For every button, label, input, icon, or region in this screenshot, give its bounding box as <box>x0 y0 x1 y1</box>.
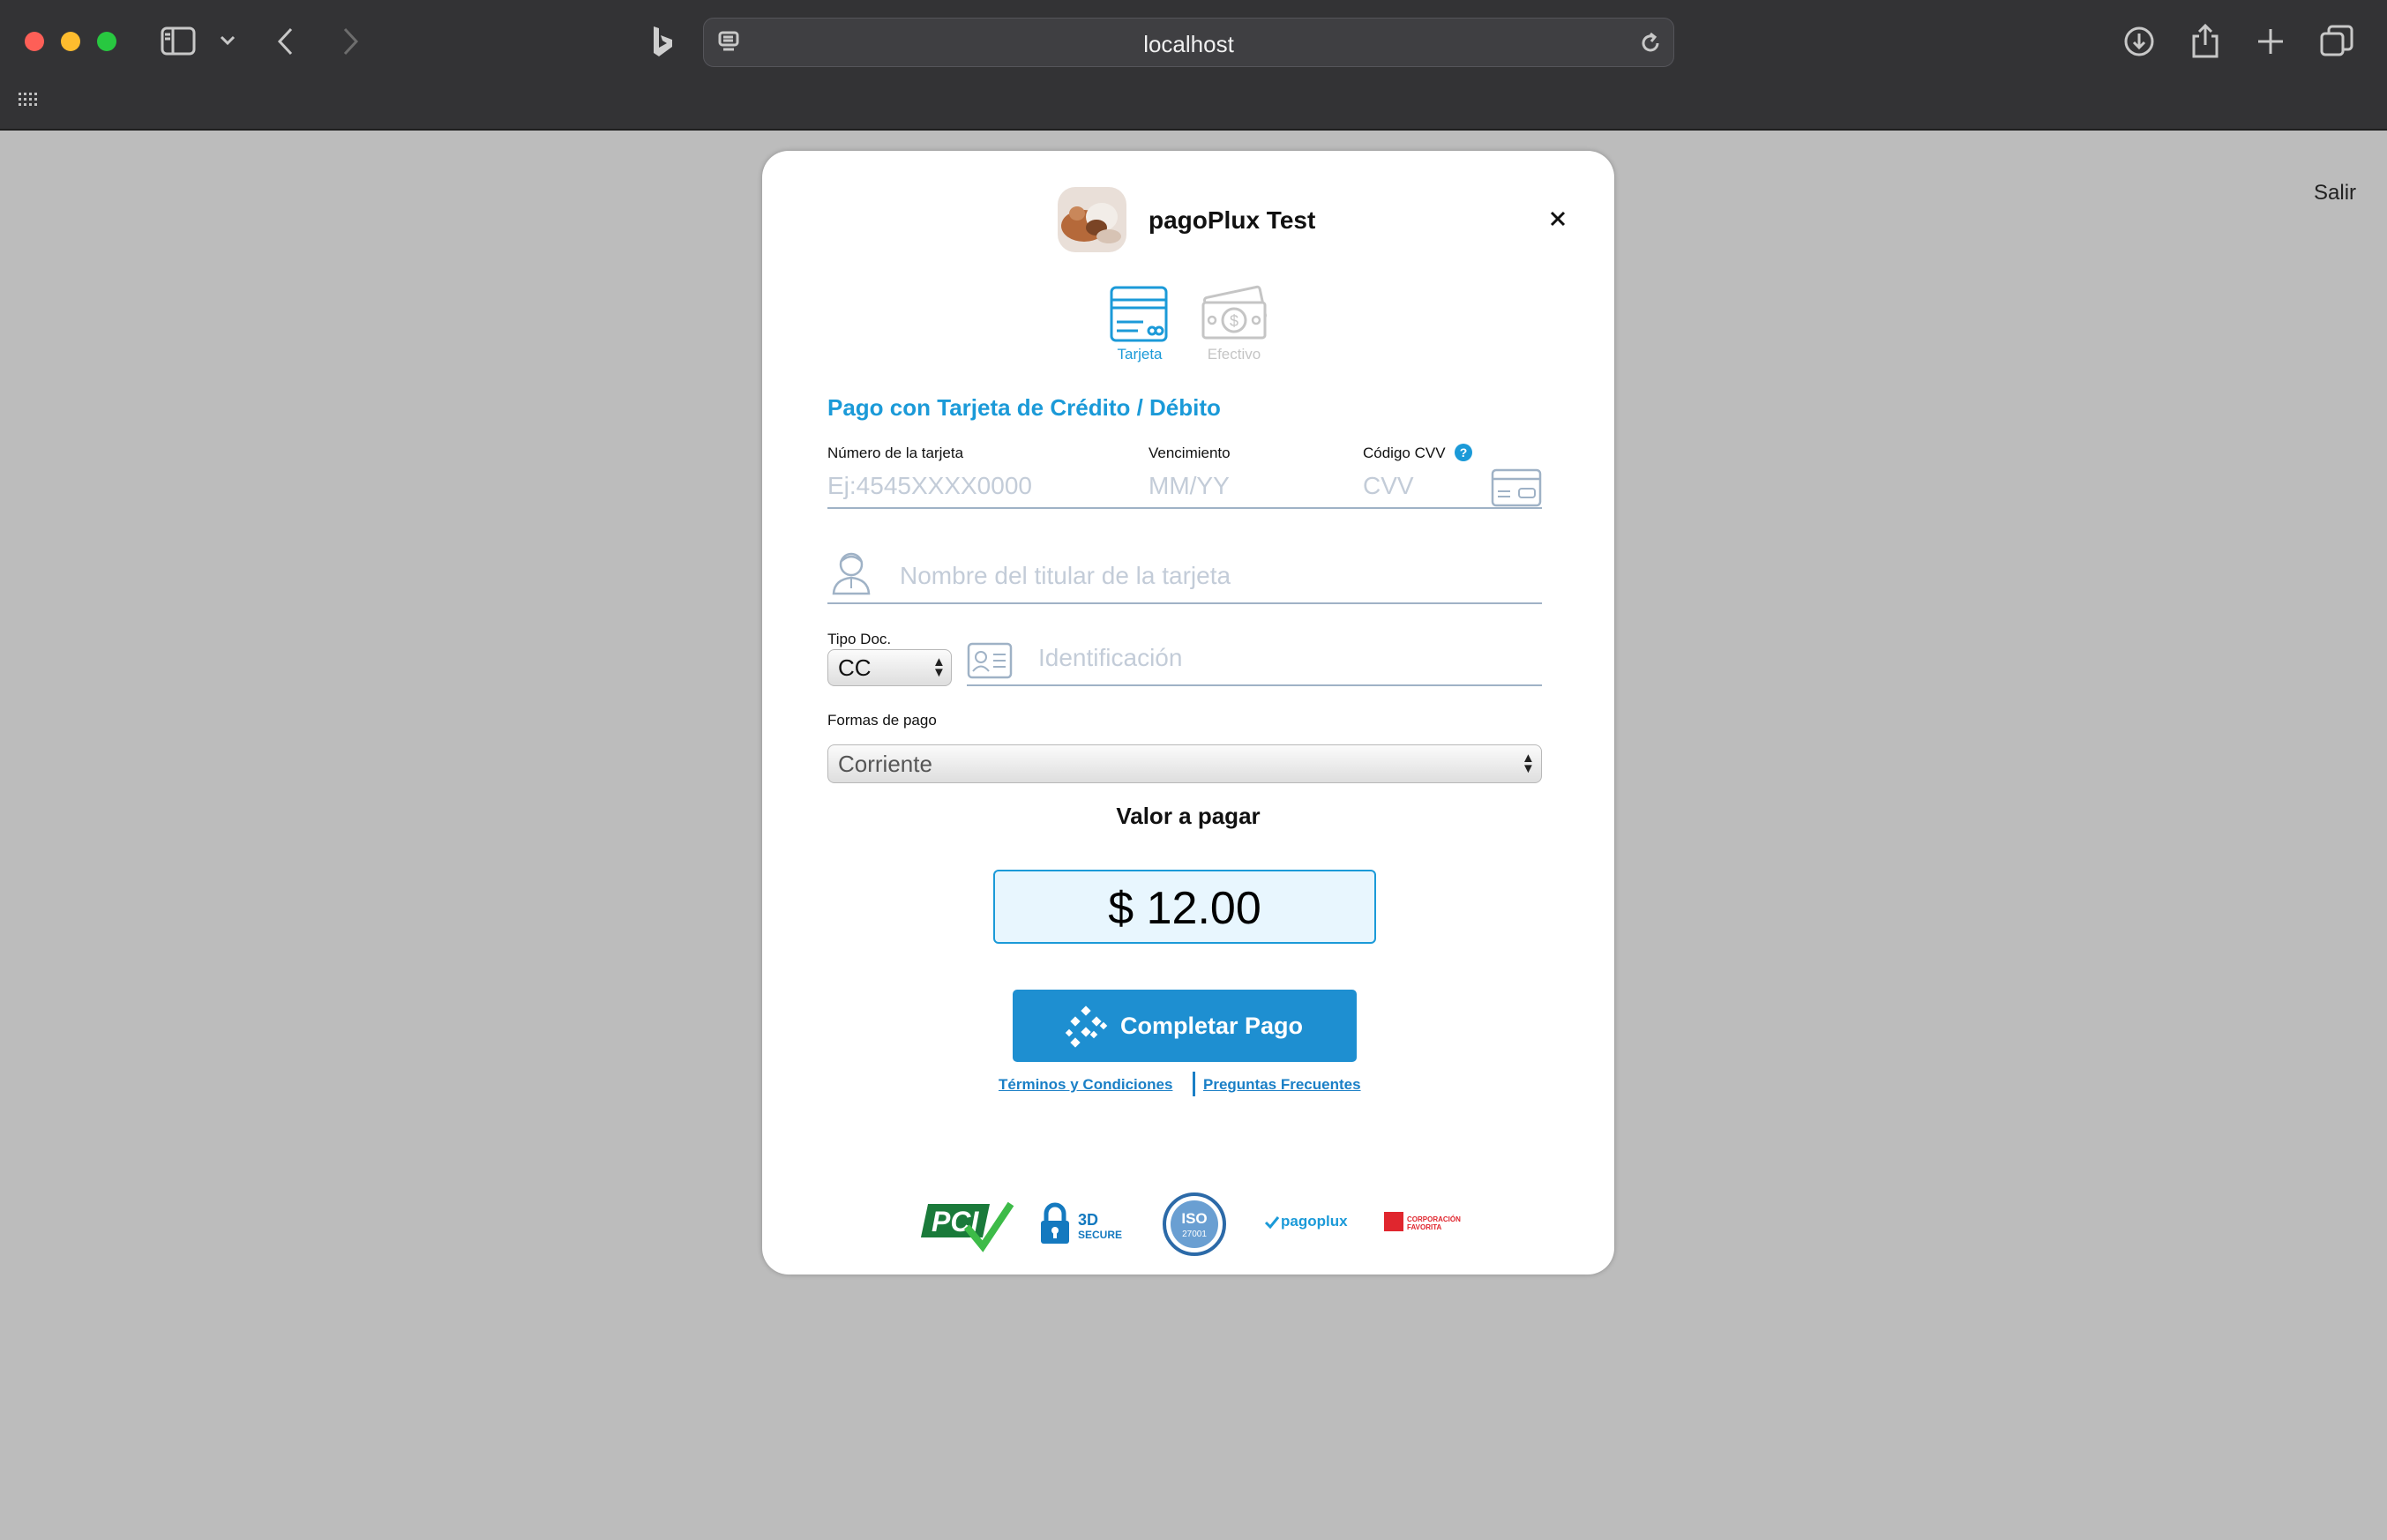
pagoplux-mark-icon <box>1065 1005 1108 1048</box>
terms-link[interactable]: Términos y Condiciones <box>999 1076 1172 1094</box>
complete-payment-button[interactable]: Completar Pago <box>1013 990 1357 1062</box>
svg-text:$: $ <box>1230 312 1238 330</box>
merchant-name: pagoPlux Test <box>1149 206 1316 234</box>
cvv-input[interactable]: CVV <box>1363 472 1414 500</box>
downloads-icon[interactable] <box>2122 25 2156 58</box>
amount-box: $ 12.00 <box>993 870 1376 944</box>
user-icon <box>832 552 871 595</box>
chevron-down-icon[interactable] <box>219 34 236 48</box>
share-icon[interactable] <box>2190 22 2220 59</box>
doc-type-value: CC <box>838 654 872 681</box>
doc-type-select[interactable]: CC ▲ ▼ <box>827 649 952 686</box>
link-divider <box>1193 1072 1195 1096</box>
secure-text: SECURE <box>1078 1229 1123 1241</box>
id-card-icon <box>967 642 1013 679</box>
tab-tarjeta[interactable]: Tarjeta <box>1104 285 1175 366</box>
minimize-window-button[interactable] <box>61 32 80 51</box>
url-text: localhost <box>1143 31 1234 57</box>
tab-tarjeta-label: Tarjeta <box>1117 346 1163 363</box>
forward-arrow-icon[interactable] <box>340 26 361 56</box>
favorita-logo-icon <box>1384 1212 1403 1231</box>
cvv-label: Código CVV <box>1363 445 1446 461</box>
card-number-input[interactable]: Ej:4545XXXX0000 <box>827 472 1032 500</box>
new-tab-icon[interactable] <box>2256 26 2286 56</box>
bing-logo-icon[interactable] <box>649 25 676 60</box>
tab-efectivo-label: Efectivo <box>1207 346 1261 363</box>
merchant-logo <box>1058 187 1126 252</box>
complete-payment-label: Completar Pago <box>1120 1013 1304 1039</box>
card-number-label: Número de la tarjeta <box>827 445 964 461</box>
pagoplux-check-icon <box>1264 1216 1280 1230</box>
browser-toolbar: localhost <box>0 0 2387 131</box>
identification-underline <box>967 684 1542 686</box>
address-bar[interactable]: localhost <box>703 18 1674 67</box>
doc-type-label: Tipo Doc. <box>827 631 892 647</box>
expiry-input[interactable]: MM/YY <box>1149 472 1230 500</box>
tab-efectivo[interactable]: $ Efectivo <box>1194 285 1274 366</box>
favorita-logo-text: CORPORACIÓN FAVORITA <box>1407 1215 1461 1231</box>
zoom-window-button[interactable] <box>97 32 116 51</box>
exit-link[interactable]: Salir <box>2314 181 2356 206</box>
payment-method-value: Corriente <box>838 751 932 777</box>
back-arrow-icon[interactable] <box>275 26 296 56</box>
credit-card-icon <box>1110 286 1168 342</box>
select-arrows-icon: ▲ ▼ <box>932 654 946 680</box>
lock-icon <box>1041 1202 1069 1244</box>
cvv-help-icon[interactable]: ? <box>1455 444 1472 461</box>
holder-underline <box>827 602 1542 604</box>
pagoplux-logo-text: pagoplux <box>1281 1213 1348 1230</box>
reload-icon[interactable] <box>1638 31 1663 56</box>
close-window-button[interactable] <box>25 32 44 51</box>
sidebar-toggle-icon[interactable] <box>161 26 196 56</box>
holder-name-input[interactable]: Nombre del titular de la tarjeta <box>900 562 1231 590</box>
select-arrows-icon: ▲ ▼ <box>1522 751 1535 776</box>
amount-value: $ 12.00 <box>1108 883 1261 934</box>
iso-number: 27001 <box>1182 1230 1207 1239</box>
apps-grid-icon[interactable] <box>18 92 41 109</box>
payment-method-select[interactable]: Corriente ▲ ▼ <box>827 744 1542 783</box>
iso-badge: ISO 27001 <box>1163 1192 1226 1256</box>
section-title: Pago con Tarjeta de Crédito / Débito <box>827 394 1221 421</box>
cash-icon: $ <box>1201 285 1267 340</box>
faq-link[interactable]: Preguntas Frecuentes <box>1203 1076 1361 1094</box>
check-icon <box>963 1201 1014 1252</box>
card-row-underline <box>827 507 1542 509</box>
cvv-card-icon <box>1491 468 1542 507</box>
iso-text: ISO <box>1181 1210 1208 1227</box>
secure-3d-text: 3D <box>1078 1211 1099 1229</box>
tab-overview-icon[interactable] <box>2320 25 2353 58</box>
pci-badge: PCI <box>920 1195 1014 1255</box>
close-icon[interactable] <box>1548 209 1568 228</box>
identification-input[interactable]: Identificación <box>1038 644 1182 672</box>
amount-label: Valor a pagar <box>1116 803 1261 829</box>
expiry-label: Vencimiento <box>1149 445 1231 461</box>
payment-method-label: Formas de pago <box>827 712 937 729</box>
payment-modal: pagoPlux Test Tarjeta $ Efectivo Pago co… <box>762 151 1614 1275</box>
